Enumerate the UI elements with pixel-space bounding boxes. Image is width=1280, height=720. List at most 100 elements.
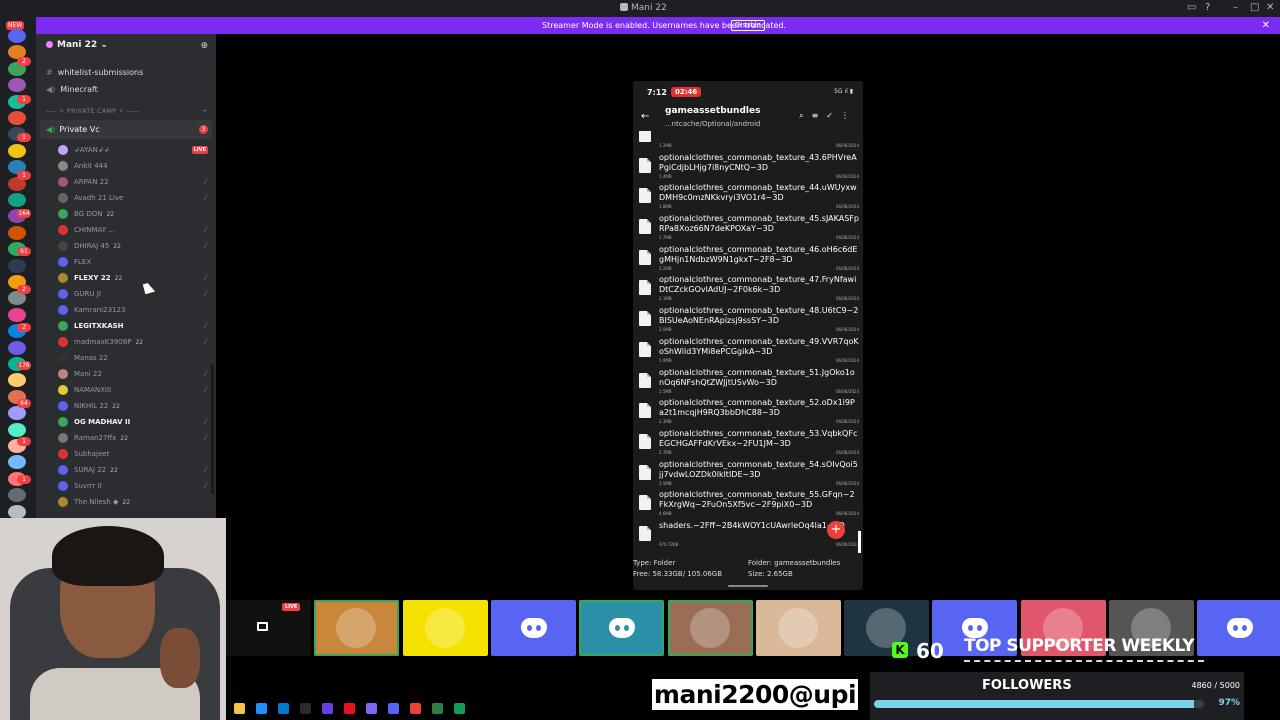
voice-member[interactable]: DHIRAJ 45 22 ⁄ [36,238,216,254]
folder-path: ...ntcache/Optional/android [665,120,761,128]
member-name: GURU JI [74,290,101,298]
avatar [777,608,818,648]
back-arrow-icon[interactable]: ← [641,111,649,122]
server-icon[interactable] [8,193,26,207]
voice-member[interactable]: NIKHIL 22 22 [36,398,216,414]
file-date: 06/08/2024 [835,235,859,241]
file-row[interactable]: optionalclothres_commonab_texture_49.VVR… [633,336,863,367]
voice-member[interactable]: SURAJ 22 22 ⁄ [36,462,216,478]
server-icon[interactable] [8,143,26,158]
voice-member[interactable]: OG MADHAV II ⁄ [36,414,216,430]
server-icon[interactable] [8,225,26,240]
mention-badge: 61 [17,247,31,256]
disable-button[interactable]: Disable [731,20,765,31]
file-row[interactable]: optionalclothres_commonab_texture_45.sJA… [633,213,863,244]
participant-tile-avatar[interactable] [402,600,488,656]
file-row[interactable]: optionalclothres_commonab_texture_52.oDx… [633,397,863,428]
taskbar-app-icon[interactable] [388,703,399,714]
voice-member[interactable]: Manas 22 [36,350,216,366]
participant-tile-discord[interactable] [490,600,576,656]
server-icon[interactable] [8,29,26,43]
voice-member[interactable]: Raman27ffx 22 ⁄ [36,430,216,446]
channel-minecraft[interactable]: ◀) Minecraft [36,81,216,98]
file-row[interactable]: optionalclothres_commonab_texture_46.oH6… [633,244,863,275]
participant-tile-avatar[interactable] [755,600,841,656]
file-size: 2.5MB [659,388,672,394]
file-row[interactable]: optionalclothres_commonab_texture_43.6PH… [633,152,863,183]
category-private-camp[interactable]: ---- ✧ PRIVATE CAMP ✧ ----- + [36,104,216,120]
taskbar-app-icon[interactable] [366,703,377,714]
voice-member[interactable]: ARPAN 22 ⁄ [36,174,216,190]
toolbar-icons[interactable]: ⌕≡✓⋮ [799,111,857,121]
voice-member[interactable]: ↲AYAN↲↲ LIVE [36,142,216,158]
taskbar-app-icon[interactable] [410,703,421,714]
help-icon[interactable]: ? [1205,2,1210,13]
phone-scrollbar[interactable] [858,531,861,553]
server-icon[interactable] [8,78,26,93]
voice-member[interactable]: Mani 22 ⁄ [36,366,216,382]
voice-member[interactable]: Subhajeet [36,446,216,462]
voice-member[interactable]: madmaxK3908P 22 ⁄ [36,334,216,350]
server-icon[interactable] [8,307,26,322]
channel-whitelist-submissions[interactable]: # whitelist-submissions [36,64,216,81]
taskbar-app-icon[interactable] [344,703,355,714]
participant-tile-avatar[interactable] [314,600,400,656]
file-size: 976.72KB [659,541,679,547]
voice-member[interactable]: LEGITXKASH ⁄ [36,318,216,334]
file-row[interactable]: optionalclothres_commonab_texture_55.GFq… [633,489,863,520]
taskbar-app-icon[interactable] [322,703,333,714]
server-icon[interactable] [8,504,26,519]
voice-member[interactable]: Avadh 21 Live ⁄ [36,190,216,206]
scrollbar[interactable] [211,364,214,494]
close-button[interactable]: ✕ [1266,2,1274,13]
add-channel-icon[interactable]: + [202,104,208,120]
server-icon[interactable] [8,455,26,470]
server-header[interactable]: Mani 22 ⌄ ⊕ [36,34,216,58]
voice-member[interactable]: GURU JI ⁄ [36,286,216,302]
server-icon[interactable] [8,488,26,503]
member-name: FLEXY 22 [74,274,111,282]
add-fab-button[interactable]: + [827,521,845,539]
voice-member[interactable]: FLEX [36,254,216,270]
file-row[interactable]: S2MqntOdh66lU6dTN~2FLRDB0~3D 1.2MB 06/08/2… [633,131,863,152]
voice-member[interactable]: CHINMAY ... ⁄ [36,222,216,238]
taskbar-app-icon[interactable] [278,703,289,714]
voice-member[interactable]: BG DON 22 [36,206,216,222]
voice-member[interactable]: The Nilesh ◆ 22 [36,494,216,510]
close-icon[interactable]: ✕ [1262,17,1270,34]
file-row[interactable]: optionalclothres_commonab_texture_53.Vqb… [633,428,863,459]
file-date: 06/08/2024 [835,357,859,363]
muted-mic-icon: ⁄ [204,274,206,282]
minimize-button[interactable]: – [1233,2,1238,13]
server-icon[interactable] [8,258,26,273]
participant-tile-discord[interactable] [579,600,665,656]
server-icon[interactable] [8,422,26,437]
taskbar-app-icon[interactable] [432,703,443,714]
inbox-icon[interactable]: ▭ [1187,2,1196,13]
file-row[interactable]: optionalclothres_commonab_texture_48.U6t… [633,305,863,336]
voice-member[interactable]: FLEXY 22 22 ⁄ [36,270,216,286]
voice-member[interactable]: Suvrrr II ⁄ [36,478,216,494]
maximize-button[interactable]: □ [1250,2,1259,13]
add-member-icon[interactable]: ⊕ [200,41,208,51]
taskbar-app-icon[interactable] [234,703,245,714]
mention-badge: 1 [17,475,31,484]
server-icon[interactable] [8,111,26,125]
server-icon[interactable] [8,340,26,355]
user-count-badge: 3 [199,125,208,134]
taskbar-app-icon[interactable] [300,703,311,714]
server-icon[interactable] [8,406,26,421]
server-icon[interactable] [8,373,26,388]
voice-member[interactable]: Kamrani23123 [36,302,216,318]
voice-member[interactable]: Ankit 444 [36,158,216,174]
participant-tile-avatar[interactable] [667,600,753,656]
voice-member[interactable]: NAMANXIII ⁄ [36,382,216,398]
mention-badge: 164 [17,209,31,218]
file-row[interactable]: optionalclothres_commonab_texture_51.JgO… [633,367,863,398]
taskbar-app-icon[interactable] [454,703,465,714]
file-row[interactable]: optionalclothres_commonab_texture_47.Fry… [633,274,863,305]
taskbar-app-icon[interactable] [256,703,267,714]
file-row[interactable]: optionalclothres_commonab_texture_54.sOI… [633,459,863,490]
voice-channel-private-vc[interactable]: ◀) Private Vc 3 [40,120,212,139]
file-row[interactable]: optionalclothres_commonab_texture_44.uWU… [633,182,863,213]
